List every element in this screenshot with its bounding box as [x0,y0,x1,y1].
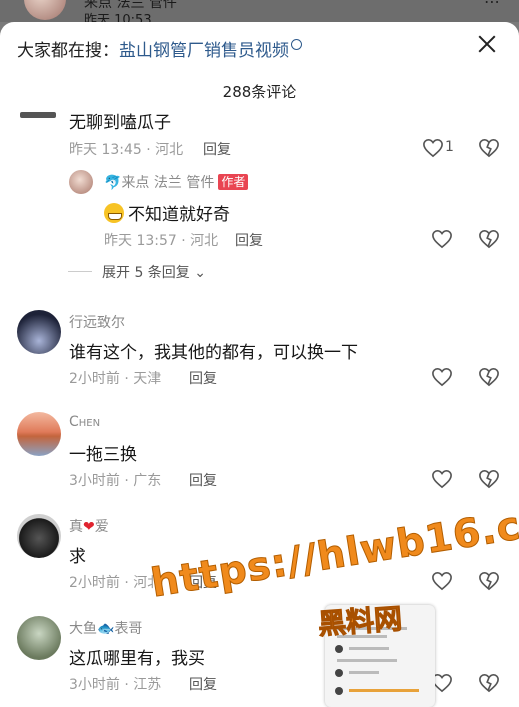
commenter-name: Chen [69,414,101,430]
grin-emoji-icon [104,203,124,223]
search-icon [291,39,302,50]
previous-avatar [24,0,66,20]
commenter-name: 行远致尔 [69,315,125,331]
comment-text: 这瓜哪里有，我买 [69,649,205,669]
comment-meta: 2小时前 · 河北 [69,575,162,591]
comment-text: 谁有这个，我其他的都有，可以换一下 [69,343,358,363]
heart-icon[interactable] [431,469,453,489]
previous-video-strip: 来点 法兰 管件 昨天 10:53 ⋯ [0,0,519,22]
dislike-icon[interactable] [478,138,500,158]
search-prefix: 大家都在搜： [17,41,119,61]
reply-button[interactable]: 回复 [203,139,231,159]
fish-emoji-icon: 🐟 [97,621,115,637]
comment-meta: 3小时前 · 江苏 [69,677,162,693]
comment-meta: 昨天 13:45 · 河北 [69,142,184,158]
reply-button[interactable]: 回复 [189,368,217,388]
comment-text: 不知道就好奇 [104,200,230,225]
comment-meta: 3小时前 · 广东 [69,473,162,489]
comment-sheet: 大家都在搜：盐山钢管厂销售员视频 288条评论 无聊到嗑瓜子 昨天 13:45 … [0,22,519,707]
avatar[interactable] [17,412,61,456]
commenter-name: 大鱼🐟表哥 [69,621,143,637]
heart-icon[interactable] [422,138,444,158]
reply-button[interactable]: 回复 [235,230,263,250]
watermark-brand: 黑料网 [317,602,404,642]
close-icon[interactable] [474,31,500,57]
author-badge: 作者 [218,174,249,190]
comment-item: 行远致尔 谁有这个，我其他的都有，可以换一下 2小时前 · 天津 回复 [0,308,519,398]
dislike-icon[interactable] [478,469,500,489]
heart-emoji-icon: ❤ [83,519,95,535]
avatar[interactable] [69,170,93,194]
more-icon[interactable]: ⋯ [484,0,500,11]
commenter-name: 🐬来点 法兰 管件 作者 [104,172,249,192]
comment-meta: 昨天 13:57 · 河北 [104,233,219,249]
search-keyword[interactable]: 盐山钢管厂销售员视频 [119,41,289,61]
comment-item: Chen 一拖三换 3小时前 · 广东 回复 [0,410,519,500]
commenter-name: 真❤爱 [69,519,109,535]
dislike-icon[interactable] [478,367,500,387]
like-count: 1 [445,139,454,155]
heart-icon[interactable] [431,367,453,387]
comment-text: 一拖三换 [69,445,137,465]
avatar[interactable] [20,112,56,118]
comment-item: 大鱼🐟表哥 这瓜哪里有，我买 3小时前 · 江苏 回复 [0,614,519,707]
search-suggestion[interactable]: 大家都在搜：盐山钢管厂销售员视频 [17,36,302,61]
reply-button[interactable]: 回复 [189,674,217,694]
comment-item: 无聊到嗑瓜子 昨天 13:45 · 河北 回复 1 [0,96,519,159]
heart-icon[interactable] [431,229,453,249]
reply-item: 🐬来点 法兰 管件 作者 不知道就好奇 昨天 13:57 · 河北 回复 [0,168,519,260]
previous-time: 昨天 10:53 [84,13,152,22]
dislike-icon[interactable] [478,229,500,249]
avatar[interactable] [17,310,61,354]
expand-replies-button[interactable]: 展开 5 条回复 ⌄ [68,262,206,282]
avatar[interactable] [17,514,61,558]
dislike-icon[interactable] [478,571,500,591]
comment-text: 求 [69,547,86,567]
dislike-icon[interactable] [478,673,500,693]
heart-icon[interactable] [431,571,453,591]
reply-button[interactable]: 回复 [189,470,217,490]
chevron-down-icon: ⌄ [194,265,206,281]
avatar[interactable] [17,616,61,660]
dolphin-icon: 🐬 [104,175,122,191]
comment-meta: 2小时前 · 天津 [69,371,162,387]
comment-text: 无聊到嗑瓜子 [69,113,171,133]
